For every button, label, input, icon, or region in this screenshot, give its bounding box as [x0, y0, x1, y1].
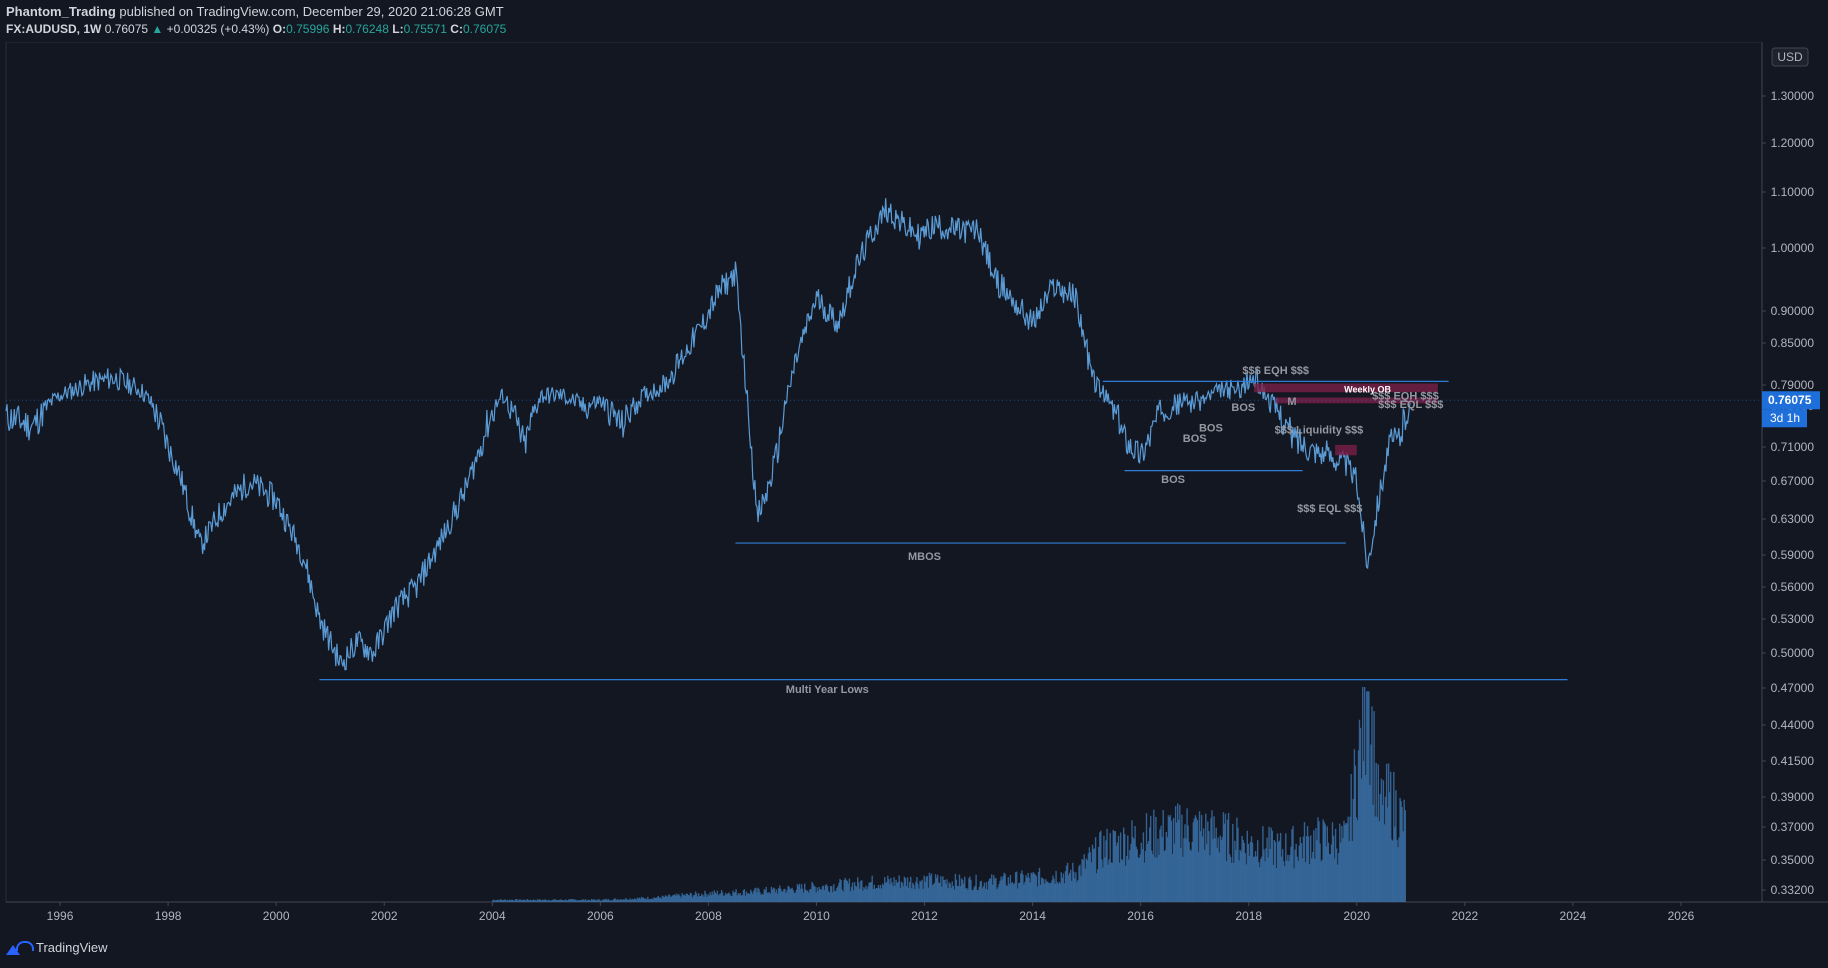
symbol-label[interactable]: FX:AUDUSD, 1W	[6, 22, 101, 36]
y-tick-label: 0.33200	[1771, 883, 1815, 897]
plot-frame	[5, 41, 1763, 903]
y-tick-label: 0.56000	[1771, 580, 1815, 594]
y-tick-label: 1.00000	[1771, 241, 1815, 255]
volume-bar	[1404, 810, 1406, 902]
y-tick-label: 0.53000	[1771, 612, 1815, 626]
last-price-label: 0.76075	[1768, 393, 1812, 407]
y-tick-label: 0.59000	[1771, 548, 1815, 562]
annotation-label: $$$ EQL $$$	[1297, 503, 1362, 515]
y-tick-label: 1.10000	[1771, 185, 1815, 199]
annotation-label: BOS	[1231, 402, 1255, 414]
y-tick-label: 0.90000	[1771, 304, 1815, 318]
currency-button-label[interactable]: USD	[1777, 50, 1803, 64]
close-value: 0.76075	[462, 22, 507, 36]
annotation-label: BOS	[1161, 474, 1185, 486]
tradingview-logo-icon	[6, 940, 34, 955]
y-tick-label: 0.47000	[1771, 681, 1815, 695]
x-tick-label: 2008	[695, 909, 722, 923]
order-block-zone	[1335, 444, 1357, 456]
x-tick-label: 2020	[1343, 909, 1370, 923]
y-tick-label: 1.30000	[1771, 89, 1815, 103]
chart-header: Phantom_Trading published on TradingView…	[0, 0, 1828, 42]
up-triangle-icon: ▲	[151, 22, 164, 36]
x-tick-label: 1996	[47, 909, 74, 923]
countdown-label: 3d 1h	[1770, 411, 1800, 425]
y-tick-label: 0.44000	[1771, 718, 1815, 732]
footer-bar	[0, 930, 1828, 968]
brand-text: TradingView	[36, 940, 108, 955]
last-price: 0.76075	[104, 22, 149, 36]
symbol-line: FX:AUDUSD, 1W 0.76075 ▲ +0.00325 (+0.43%…	[6, 22, 506, 36]
annotation-label: MBOS	[908, 551, 941, 563]
annotation-label: Multi Year Lows	[786, 684, 869, 696]
x-tick-label: 1998	[155, 909, 182, 923]
high-label: H:	[332, 22, 346, 36]
close-label: C:	[450, 22, 463, 36]
annotation-label: $$$ EQL $$$	[1378, 399, 1443, 411]
annotation-label: M	[1287, 396, 1296, 408]
author-name[interactable]: Phantom_Trading	[6, 4, 116, 19]
low-value: 0.75571	[403, 22, 447, 36]
high-value: 0.76248	[345, 22, 389, 36]
change-value: +0.00325 (+0.43%)	[166, 22, 270, 36]
annotation-label: BOS	[1183, 433, 1207, 445]
y-tick-label: 0.63000	[1771, 512, 1815, 526]
x-tick-label: 2014	[1019, 909, 1046, 923]
x-tick-label: 2010	[803, 909, 830, 923]
open-value: 0.75996	[286, 22, 330, 36]
y-tick-label: 0.79000	[1771, 378, 1815, 392]
x-tick-label: 2024	[1560, 909, 1587, 923]
y-tick-label: 0.41500	[1771, 754, 1815, 768]
x-tick-label: 2026	[1668, 909, 1695, 923]
annotation-label: BOS	[1199, 422, 1223, 434]
x-tick-label: 2018	[1235, 909, 1262, 923]
x-tick-label: 2016	[1127, 909, 1154, 923]
y-tick-label: 0.50000	[1771, 646, 1815, 660]
tradingview-logo[interactable]: TradingView	[6, 940, 108, 955]
x-tick-label: 2000	[263, 909, 290, 923]
y-tick-label: 0.35000	[1771, 853, 1815, 867]
published-text: published on TradingView.com, December 2…	[119, 4, 504, 19]
open-label: O:	[272, 22, 287, 36]
y-tick-label: 0.39000	[1771, 790, 1815, 804]
x-tick-label: 2022	[1451, 909, 1478, 923]
x-tick-label: 2002	[371, 909, 398, 923]
x-tick-label: 2006	[587, 909, 614, 923]
annotation-label: $$$ Liquidity $$$	[1275, 424, 1364, 436]
y-tick-label: 0.71000	[1771, 440, 1815, 454]
annotation-label: $$$ EQH $$$	[1242, 365, 1309, 377]
x-tick-label: 2012	[911, 909, 938, 923]
y-tick-label: 0.85000	[1771, 336, 1815, 350]
y-tick-label: 1.20000	[1771, 136, 1815, 150]
y-tick-label: 0.37000	[1771, 820, 1815, 834]
x-tick-label: 2004	[479, 909, 506, 923]
price-chart[interactable]: $$$ EQH $$$Weekly OBBOSBOSBOSBOSM$$$ Liq…	[0, 0, 1828, 968]
low-label: L:	[392, 22, 404, 36]
publish-line: Phantom_Trading published on TradingView…	[6, 4, 504, 19]
y-tick-label: 0.67000	[1771, 474, 1815, 488]
